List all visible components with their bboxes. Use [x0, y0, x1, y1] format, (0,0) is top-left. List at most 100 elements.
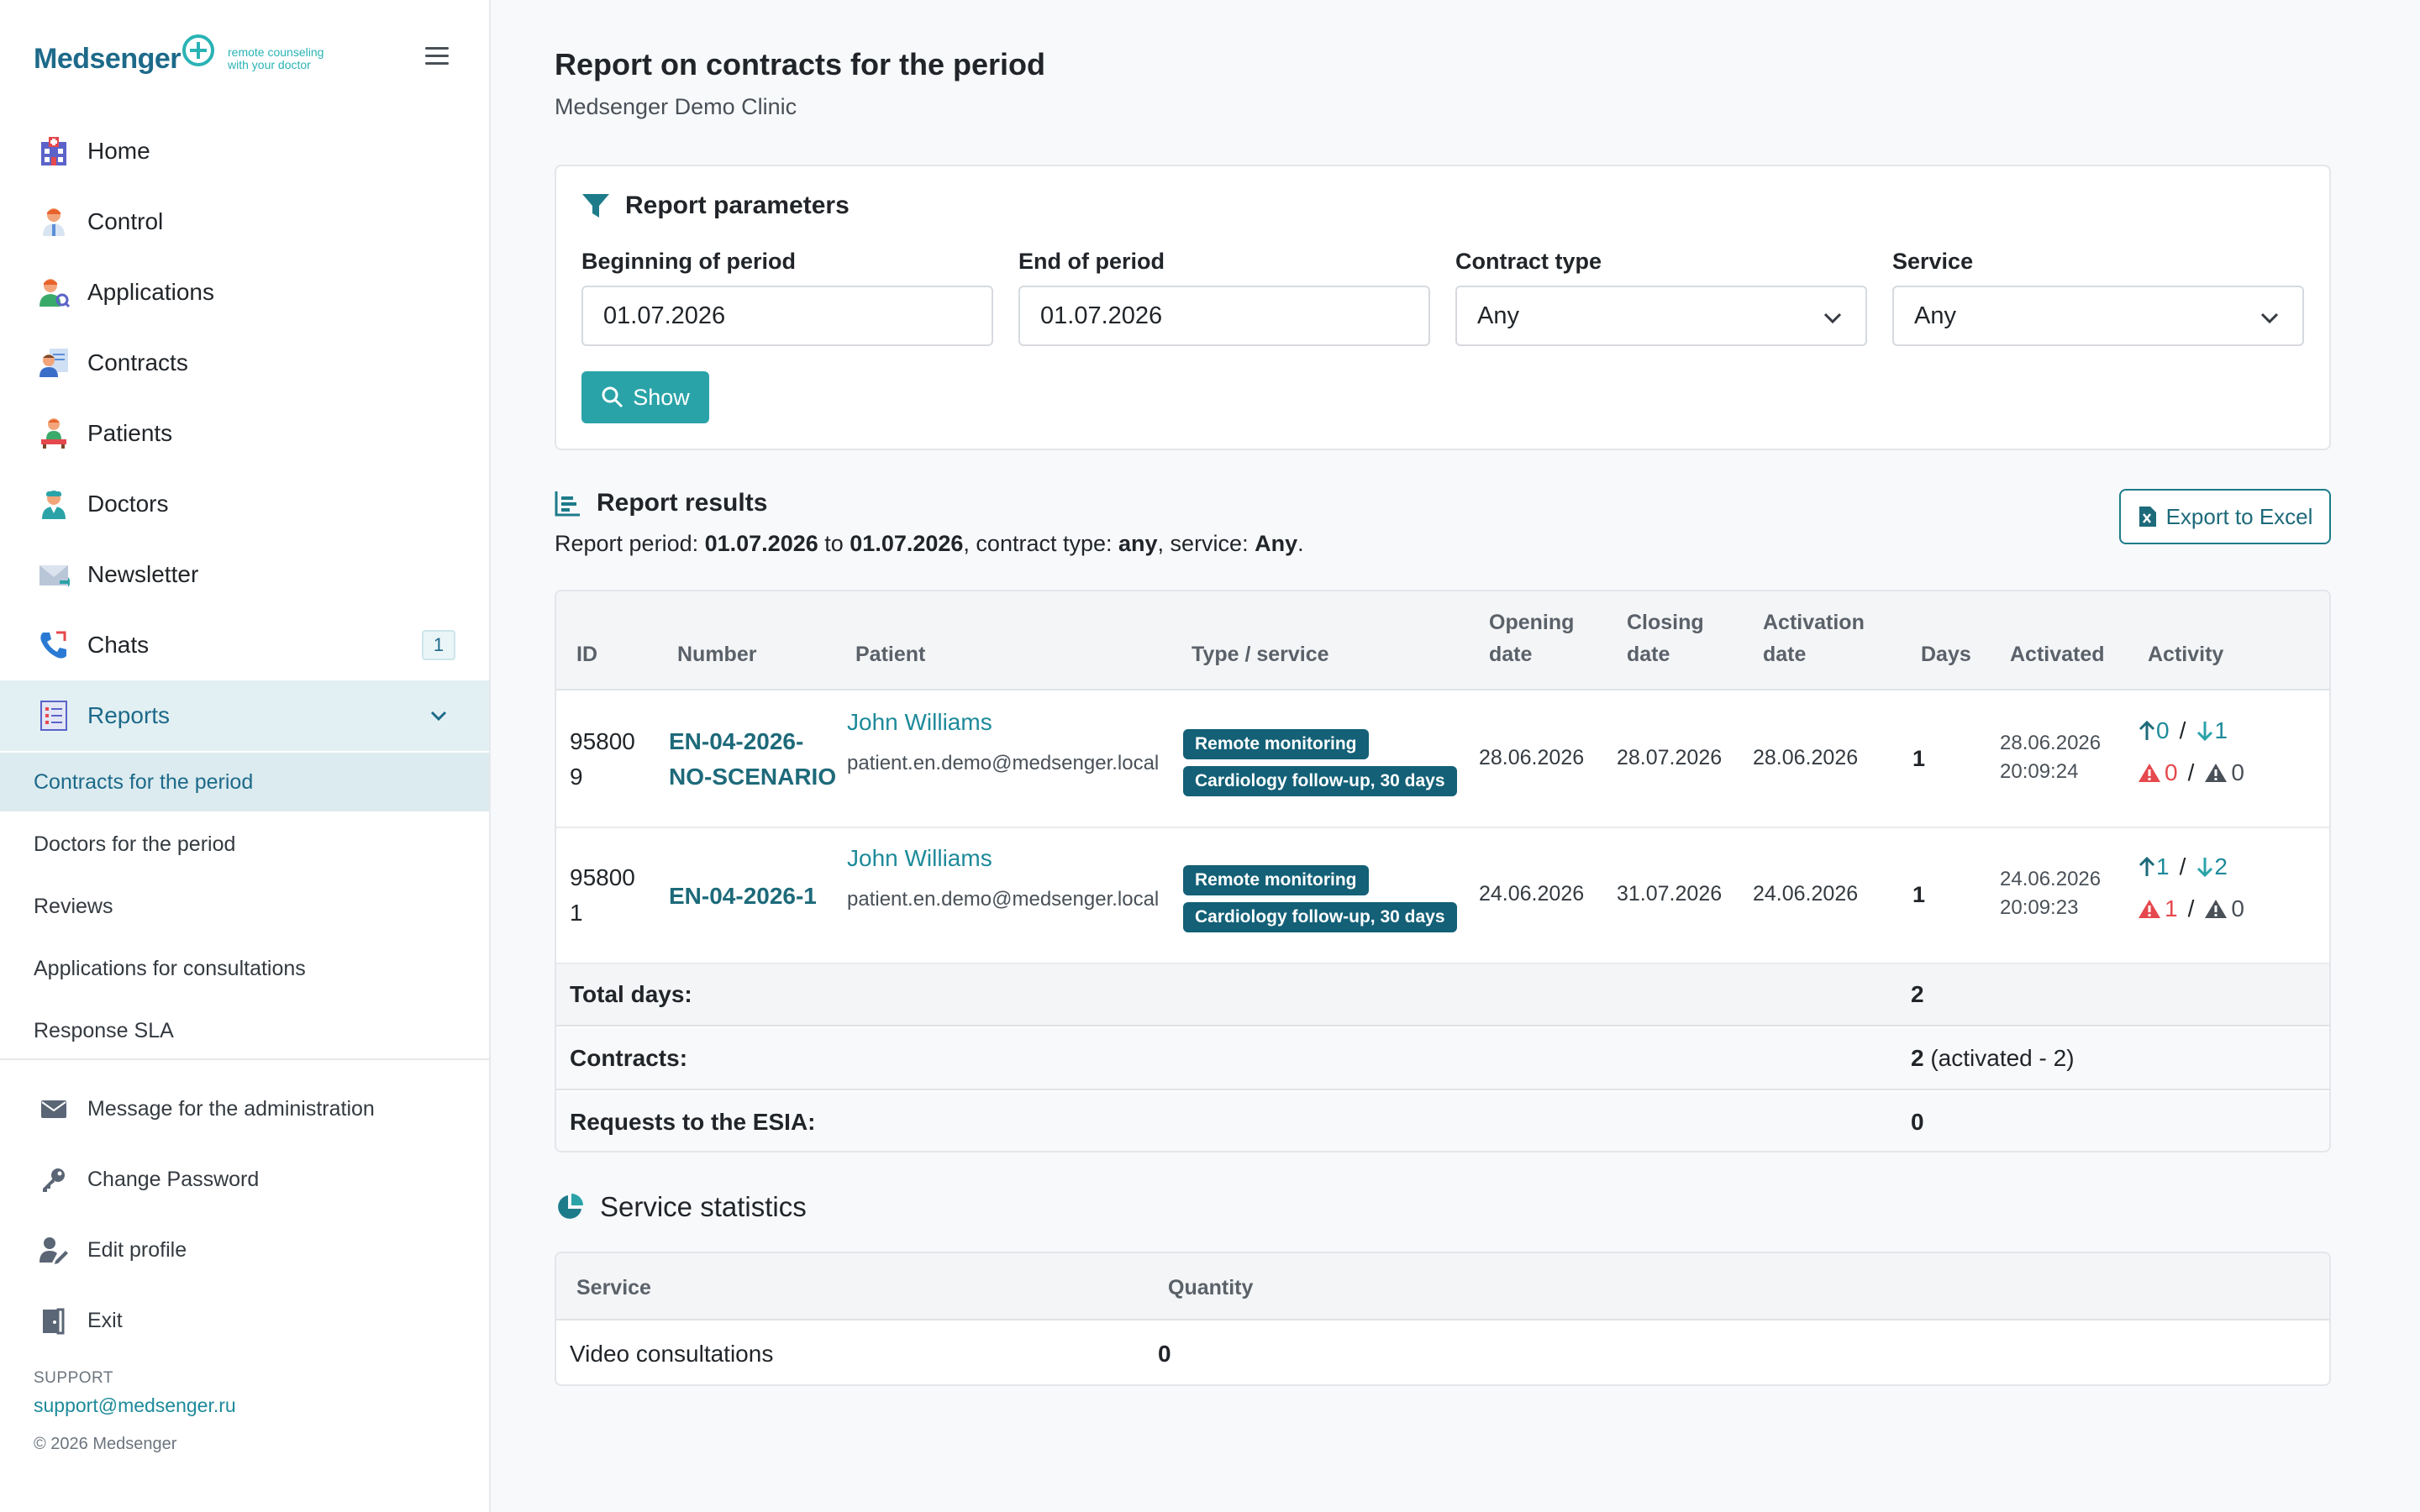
table-row: 958001 EN-04-2026-1 John Williams patien…	[556, 828, 2329, 964]
sidebar-util-message-admin[interactable]: Message for the administration	[0, 1074, 489, 1144]
messages-out-count: 1	[2156, 853, 2170, 879]
stats-quantity: 0	[1158, 1341, 1171, 1367]
activity-separator: /	[2187, 895, 2195, 921]
sidebar-subitem-reviews[interactable]: Reviews	[0, 877, 489, 936]
warning-red-icon	[2139, 764, 2160, 782]
sidebar-util-change-password[interactable]: Change Password	[0, 1144, 489, 1215]
closing-date: 31.07.2026	[1617, 882, 1723, 906]
user-search-icon	[37, 276, 71, 309]
hospital-icon	[37, 134, 71, 168]
end-period-input[interactable]: 01.07.2026	[1018, 286, 1430, 346]
contract-type-select[interactable]: Any	[1455, 286, 1867, 346]
sidebar-subitem-label: Response SLA	[34, 1018, 174, 1042]
phone-icon	[37, 628, 71, 662]
chevron-down-icon	[2260, 312, 2279, 324]
patient-name-link[interactable]: John Williams	[847, 845, 992, 872]
brand-tagline-line1: remote counseling	[228, 45, 324, 59]
warning-dark-icon	[2205, 764, 2228, 782]
messages-out-count: 0	[2156, 717, 2170, 743]
medic-icon	[37, 487, 71, 521]
desc-prefix: Report period:	[555, 531, 705, 556]
sidebar-item-label: Patients	[87, 420, 173, 446]
patient-name-link[interactable]: John Williams	[847, 709, 992, 736]
col-opening-date: Opening date	[1489, 606, 1574, 670]
sidebar: Medsenger remote counseling with your do…	[0, 0, 491, 1512]
sidebar-subitem-response-sla[interactable]: Response SLA	[0, 1001, 489, 1060]
service-select[interactable]: Any	[1892, 286, 2304, 346]
service-statistics-heading: Service statistics	[555, 1191, 807, 1223]
report-results-heading: Report results	[555, 489, 767, 517]
contract-number-link[interactable]: EN-04-2026-1	[669, 879, 837, 914]
service-badge: Cardiology follow-up, 30 days	[1183, 902, 1457, 932]
arrow-down-icon	[2197, 722, 2213, 742]
sidebar-item-control[interactable]: Control	[0, 186, 489, 257]
sidebar-util-exit[interactable]: Exit	[0, 1285, 489, 1356]
sidebar-item-patients[interactable]: Patients	[0, 398, 489, 469]
sidebar-util-edit-profile[interactable]: Edit profile	[0, 1215, 489, 1285]
contracts-extra: (activated - 2)	[1923, 1045, 2075, 1071]
activated-datetime: 24.06.2026 20:09:23	[2000, 865, 2101, 922]
patient-email: patient.en.demo@medsenger.local	[847, 752, 1160, 774]
sidebar-subitem-contracts-period[interactable]: Contracts for the period	[0, 753, 489, 811]
col-service: Service	[576, 1276, 651, 1299]
sidebar-item-reports[interactable]: Reports	[0, 680, 489, 751]
end-period-value: 01.07.2026	[1040, 302, 1163, 329]
desc-service-word: , service:	[1157, 531, 1255, 556]
bar-chart-icon	[555, 490, 581, 517]
report-parameters-card: Report parameters Beginning of period 01…	[555, 165, 2331, 450]
report-results-title: Report results	[597, 489, 768, 517]
row-id: 958009	[570, 728, 635, 790]
sidebar-subitem-label: Applications for consultations	[34, 956, 306, 980]
filter-icon	[581, 192, 610, 219]
support-email-link[interactable]: support@medsenger.ru	[34, 1394, 236, 1417]
export-excel-button[interactable]: Export to Excel	[2119, 489, 2331, 544]
col-activity: Activity	[2148, 643, 2224, 666]
sidebar-subitem-label: Reviews	[34, 894, 113, 918]
col-type-service: Type / service	[1192, 643, 1329, 666]
brand-logo[interactable]: Medsenger remote counseling with your do…	[34, 34, 362, 84]
opening-date: 24.06.2026	[1479, 882, 1585, 906]
sidebar-divider	[0, 1058, 489, 1060]
sidebar-item-applications[interactable]: Applications	[0, 257, 489, 328]
arrow-up-icon	[2139, 856, 2155, 876]
patient-icon	[37, 417, 71, 450]
sidebar-subitem-doctors-period[interactable]: Doctors for the period	[0, 815, 489, 874]
col-activation-line2: date	[1763, 643, 1807, 666]
activated-date: 28.06.2026	[2000, 732, 2102, 754]
menu-toggle-icon[interactable]	[425, 47, 449, 67]
sidebar-subitem-applications-consultations[interactable]: Applications for consultations	[0, 939, 489, 998]
activated-time: 20:09:23	[2000, 896, 2079, 919]
table-row: 958009 EN-04-2026-NO-SCENARIO John Willi…	[556, 692, 2329, 828]
opening-date: 28.06.2026	[1479, 746, 1585, 769]
report-icon	[37, 699, 71, 732]
show-button[interactable]: Show	[581, 371, 709, 423]
sidebar-item-chats[interactable]: Chats 1	[0, 610, 489, 680]
sidebar-subitem-label: Doctors for the period	[34, 832, 236, 856]
sidebar-item-label: Doctors	[87, 491, 169, 517]
sidebar-item-doctors[interactable]: Doctors	[0, 469, 489, 539]
sidebar-item-contracts[interactable]: Contracts	[0, 328, 489, 398]
service-statistics-title: Service statistics	[600, 1191, 807, 1222]
sidebar-item-newsletter[interactable]: Newsletter	[0, 539, 489, 610]
days-value: 1	[1912, 882, 1926, 907]
desc-end: .	[1297, 531, 1304, 556]
contracts-label: Contracts:	[570, 1045, 688, 1071]
type-badge: Remote monitoring	[1183, 729, 1369, 759]
desc-type-word: , contract type:	[963, 531, 1119, 556]
col-quantity: Quantity	[1168, 1276, 1254, 1299]
messages-in-count: 2	[2214, 853, 2228, 879]
show-button-label: Show	[633, 384, 690, 410]
begin-period-input[interactable]: 01.07.2026	[581, 286, 993, 346]
desc-to: 01.07.2026	[850, 531, 964, 556]
chevron-down-icon	[1823, 312, 1842, 324]
warnings-red-count: 1	[2165, 895, 2178, 921]
export-excel-label: Export to Excel	[2165, 503, 2313, 529]
sidebar-item-home[interactable]: Home	[0, 116, 489, 186]
summary-esia: Requests to the ESIA: 0	[556, 1092, 2329, 1151]
report-results-table: ID Number Patient Type / service Opening…	[555, 590, 2331, 1152]
contract-number-link[interactable]: EN-04-2026-NO-SCENARIO	[669, 724, 837, 795]
search-icon	[602, 386, 623, 408]
col-patient: Patient	[855, 643, 926, 666]
desc-from: 01.07.2026	[704, 531, 818, 556]
patient-email: patient.en.demo@medsenger.local	[847, 888, 1160, 911]
